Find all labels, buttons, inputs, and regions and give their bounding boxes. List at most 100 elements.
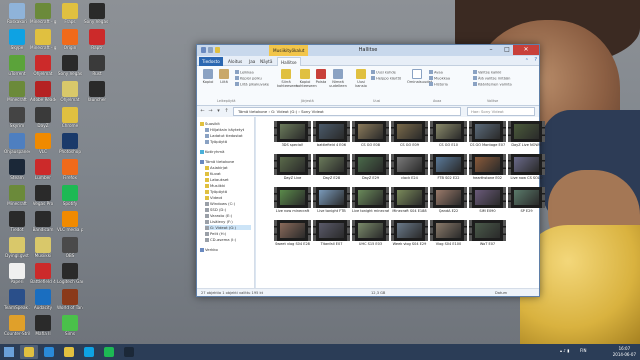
video-file-item[interactable]: Minecraft S04 E188 <box>391 187 428 213</box>
open-button[interactable]: Avaa <box>429 70 443 76</box>
desktop-icon[interactable]: Firefox <box>57 159 83 180</box>
new-folder-button[interactable]: Uusi kansio <box>353 69 369 88</box>
minimize-button[interactable]: – <box>483 45 499 55</box>
video-file-item[interactable]: FTB S02 E22 <box>430 154 467 180</box>
clock[interactable]: 16:07 2014-06-07 <box>613 346 636 358</box>
taskbar-app-windows-explorer[interactable] <box>20 345 38 359</box>
nav-network[interactable]: Verkko <box>200 247 218 252</box>
video-file-item[interactable]: battlefield 4 E06 <box>313 121 350 147</box>
desktop-icon[interactable]: Ohjelmat <box>30 55 56 76</box>
video-file-item[interactable]: QandA E22 <box>430 187 467 213</box>
desktop-icon[interactable]: launcher <box>84 81 110 102</box>
cut-button[interactable]: Leikkaa <box>235 70 254 76</box>
video-file-item[interactable]: CS GO E09 <box>391 121 428 147</box>
nav-pc-item[interactable]: G: Videot (G:) <box>205 225 251 230</box>
video-file-item[interactable]: CS GO Montage E07 <box>469 121 506 147</box>
ribbon-collapse-icon[interactable]: ⌃ <box>525 58 529 64</box>
video-file-item[interactable]: 3DS special! <box>274 121 311 147</box>
history-dropdown-icon[interactable]: ▾ <box>215 108 222 115</box>
tab-file[interactable]: Tiedosto <box>199 57 223 66</box>
desktop-icon[interactable]: Logitech Gaming <box>57 263 83 284</box>
taskbar-app-skype[interactable] <box>80 345 98 359</box>
up-arrow-icon[interactable]: ↑ <box>223 108 230 115</box>
video-file-item[interactable]: Live tonight minecraft <box>352 187 389 213</box>
video-file-item[interactable]: Titanfall E07 <box>313 220 350 246</box>
nav-pc-item[interactable]: Windows (C:) <box>205 201 235 206</box>
video-file-item[interactable]: DayZ Live <box>274 154 311 180</box>
edit-button[interactable]: Muokkaa <box>429 76 450 82</box>
video-file-item[interactable]: Live now CS SOLO <box>508 154 545 180</box>
paste-shortcut-button[interactable]: Liitä pikakuvake <box>235 82 269 88</box>
video-file-item[interactable]: Week vlog S04 E29 <box>391 220 428 246</box>
desktop-icon[interactable]: VLC media player <box>57 211 83 232</box>
desktop-icon[interactable]: Raptr <box>84 29 110 50</box>
nav-homegroup[interactable]: Kotiryhmä <box>200 149 224 154</box>
video-file-item[interactable]: Live now minecraft <box>274 187 311 213</box>
desktop-icon[interactable]: Photoshop <box>57 133 83 154</box>
tab-view[interactable]: Näytä <box>257 57 275 66</box>
video-file-item[interactable]: clock E24 <box>391 154 428 180</box>
nav-pc-item[interactable]: Asiakirjat <box>205 165 228 170</box>
language-indicator[interactable]: FIN <box>580 348 586 353</box>
nav-pc-item[interactable]: Lisälevy (F:) <box>205 219 233 224</box>
desktop-icon[interactable]: Battlefield 4 <box>30 263 56 284</box>
desktop-icon[interactable]: Minecraft - gameplay <box>30 29 56 50</box>
desktop-icon[interactable]: Chrome <box>57 107 83 128</box>
nav-pc-item[interactable]: Työpöytä <box>205 189 227 194</box>
nav-pc-item[interactable]: Kuvat <box>205 171 221 176</box>
tray-icons[interactable]: ▴ ♪ ▮ <box>560 348 569 353</box>
desktop-icon[interactable]: Musiikki <box>30 237 56 258</box>
desktop-icon[interactable]: Ohjelmat <box>57 81 83 102</box>
desktop-icon[interactable]: Steam <box>4 159 30 180</box>
back-arrow-icon[interactable]: ← <box>199 108 206 115</box>
taskbar-app-store[interactable] <box>40 345 58 359</box>
video-file-item[interactable]: SP E29 <box>508 187 545 213</box>
tab-manage[interactable]: Hallitse <box>277 57 301 66</box>
video-file-item[interactable]: DayZ Live NOW!! <box>508 121 545 147</box>
desktop-icon[interactable]: Origin <box>57 29 83 50</box>
desktop-icon[interactable]: DayZ <box>30 107 56 128</box>
desktop-icon[interactable]: Lumber <box>30 159 56 180</box>
properties-button[interactable]: Ominaisuudet <box>407 69 432 84</box>
desktop-icon[interactable]: Minecraft <box>4 185 30 206</box>
video-file-item[interactable]: CS GO E08 <box>352 121 389 147</box>
video-file-item[interactable]: Sweet vlog S04 E28 <box>274 220 311 246</box>
nav-this-pc[interactable]: Tämä tietokone <box>200 159 234 164</box>
desktop-icon[interactable]: Spotify <box>57 185 83 206</box>
video-file-item[interactable]: WoT E07 <box>469 220 506 246</box>
desktop-icon[interactable]: Bandicam <box>30 211 56 232</box>
desktop-icon[interactable]: TeamSpeak 3 Client <box>4 289 30 310</box>
taskbar-app-steam[interactable] <box>120 345 138 359</box>
desktop-icon[interactable]: Paperi <box>4 263 30 284</box>
new-item-button[interactable]: Uusi kohde <box>371 70 396 76</box>
desktop-icon[interactable]: Sony Vegas <box>57 55 83 76</box>
copy-button[interactable]: Kopioi <box>201 69 215 84</box>
nav-pc-item[interactable]: Videot <box>205 195 222 200</box>
video-file-item[interactable]: DayZ E29 <box>352 154 389 180</box>
desktop-icon[interactable]: VLC <box>30 133 56 154</box>
title-bar[interactable]: Musiikityökalut Hallitse – □ ✕ <box>197 45 539 56</box>
desktop-icon[interactable]: Tiedot <box>4 211 30 232</box>
search-input[interactable]: Hae: Sony Videot <box>467 107 535 116</box>
desktop-icon[interactable]: Minecraft <box>4 81 30 102</box>
desktop-icon[interactable]: Counter-Strike GO <box>4 315 30 336</box>
select-none-button[interactable]: Älä valitse mitään <box>473 76 510 82</box>
easy-access-button[interactable]: Helppo käyttö <box>371 76 401 82</box>
help-icon[interactable]: ? <box>534 57 537 63</box>
desktop-icon[interactable]: uTorrent <box>4 55 30 76</box>
taskbar-app-spotify[interactable] <box>100 345 118 359</box>
desktop-icon[interactable]: Rust <box>84 55 110 76</box>
rename-button[interactable]: Nimeä uudelleen <box>328 69 348 88</box>
desktop-icon[interactable]: Skyrim <box>4 107 30 128</box>
desktop-icon[interactable]: Roskakori <box>4 3 30 24</box>
tab-home[interactable]: Aloitus <box>225 57 245 66</box>
start-button[interactable] <box>4 347 14 357</box>
nav-pc-item[interactable]: Lataukset <box>205 177 229 182</box>
address-bar[interactable]: Tämä tietokone › G: Videot (G:) › Sony V… <box>233 107 461 116</box>
nav-favorite-item[interactable]: Hiljattain käytetyt <box>205 127 244 132</box>
desktop-icon[interactable]: Mafia II <box>30 315 56 336</box>
nav-pc-item[interactable]: SSD (D:) <box>205 207 226 212</box>
desktop-icon[interactable]: World of Tanks <box>57 289 83 310</box>
close-button[interactable]: ✕ <box>513 45 539 55</box>
nav-pc-item[interactable]: Musiikki <box>205 183 225 188</box>
